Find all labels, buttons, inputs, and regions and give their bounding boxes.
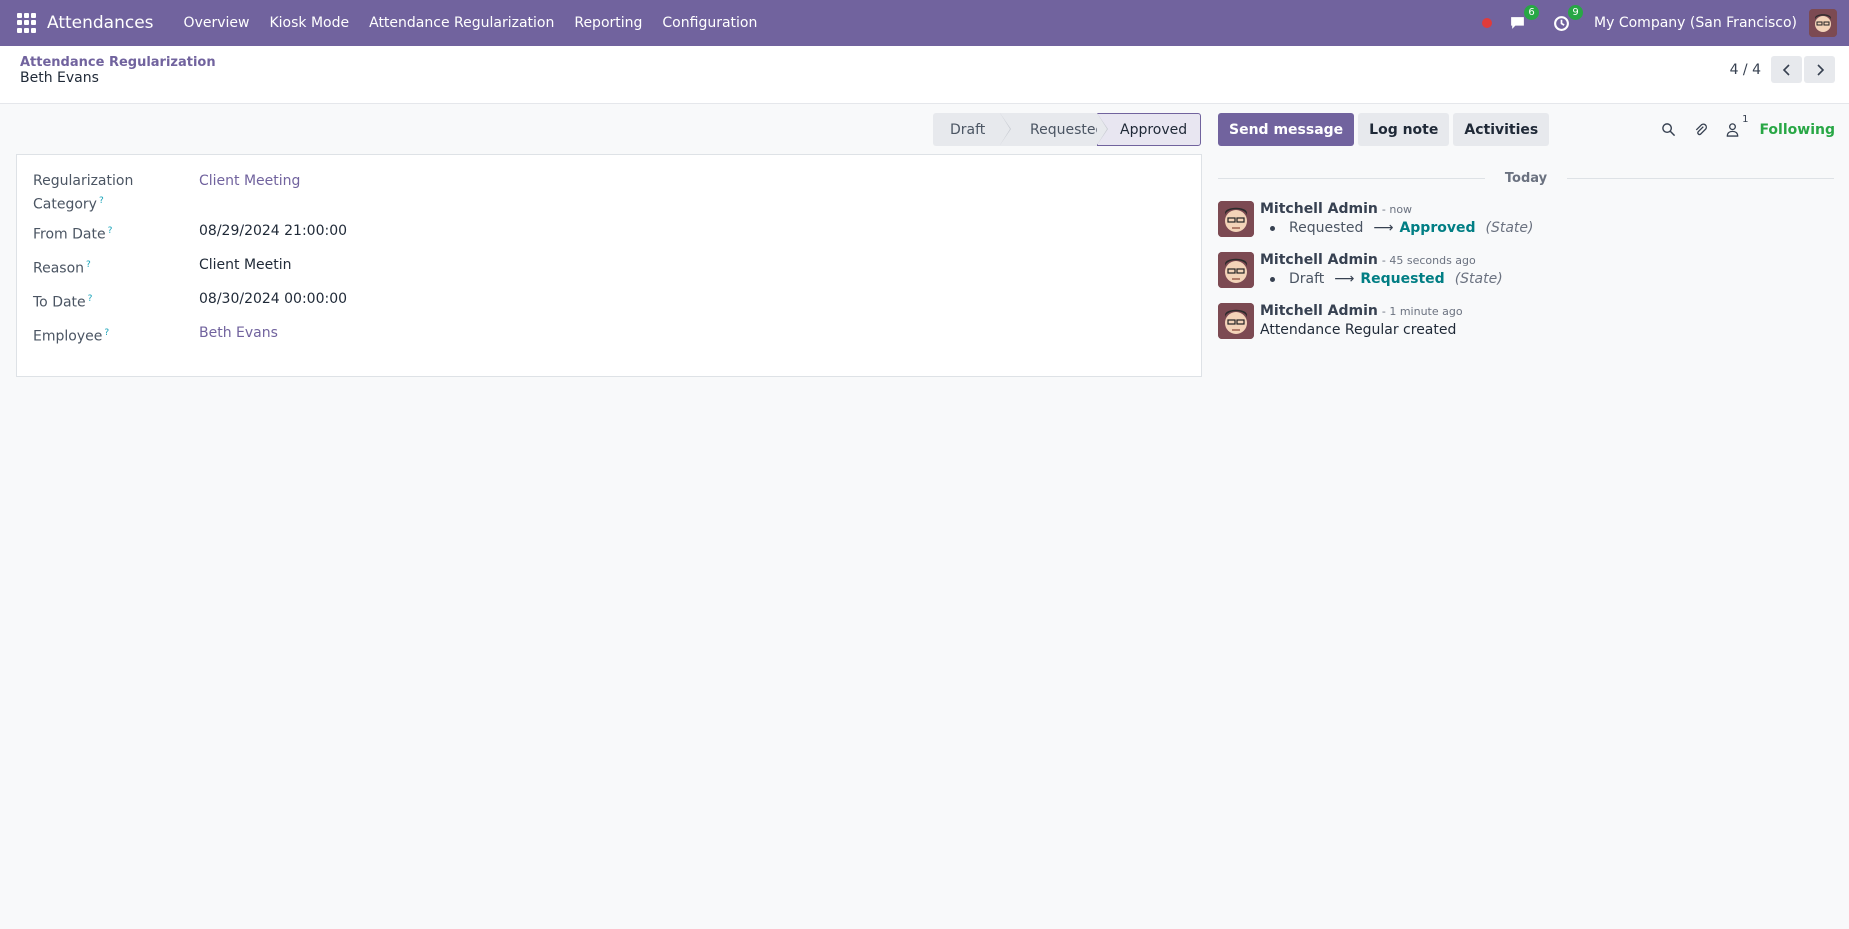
tracking-new-value: Approved: [1399, 220, 1476, 236]
field-employee: Employee? Beth Evans: [33, 323, 278, 347]
menu-overview[interactable]: Overview: [174, 15, 260, 31]
tracking-value: Requested ⟶ Approved (State): [1260, 220, 1533, 236]
message-body: Mitchell Admin - now Requested ⟶ Approve…: [1260, 201, 1533, 236]
stage-label: Approved: [1120, 121, 1188, 138]
field-regularization-category: Regularization Category? Client Meeting: [33, 171, 300, 215]
recording-indicator-icon[interactable]: [1482, 18, 1493, 28]
field-label: Regularization Category?: [33, 173, 134, 213]
chevron-right-icon: [1816, 63, 1824, 76]
status-bar: Draft Requested Approved: [933, 113, 1201, 146]
message-body: Mitchell Admin - 45 seconds ago Draft ⟶ …: [1260, 252, 1503, 287]
message-time: - 45 seconds ago: [1381, 254, 1476, 267]
send-message-button[interactable]: Send message: [1218, 113, 1355, 146]
menu-kiosk-mode[interactable]: Kiosk Mode: [259, 15, 359, 31]
tracking-field-name: (State): [1485, 220, 1534, 236]
message-author[interactable]: Mitchell Admin: [1260, 252, 1378, 268]
chatter-tools: 1 Following: [1659, 113, 1835, 146]
avatar[interactable]: [1218, 201, 1254, 237]
log-note-button[interactable]: Log note: [1358, 113, 1450, 146]
app-title[interactable]: Attendances: [47, 13, 154, 33]
arrow-right-icon: ⟶: [1373, 220, 1394, 236]
field-from-date: From Date? 08/29/2024 21:00:00: [33, 221, 347, 245]
field-reason: Reason? Client Meetin: [33, 255, 292, 279]
tracking-value: Draft ⟶ Requested (State): [1260, 271, 1503, 287]
follower-count: 1: [1742, 113, 1749, 125]
stage-approved[interactable]: Approved: [1097, 113, 1201, 146]
message-body: Mitchell Admin - 1 minute ago Attendance…: [1260, 303, 1463, 338]
arrow-right-icon: ⟶: [1334, 271, 1355, 287]
pager-value[interactable]: 4 / 4: [1730, 62, 1761, 78]
navbar-systray: 6 9 My Company (San Francisco): [1482, 0, 1849, 46]
messages-icon[interactable]: 6: [1506, 5, 1540, 34]
help-icon[interactable]: ?: [108, 226, 113, 236]
day-separator: Today: [1218, 170, 1835, 186]
field-label: Employee?: [33, 328, 110, 345]
user-avatar[interactable]: [1809, 9, 1837, 37]
company-switcher[interactable]: My Company (San Francisco): [1594, 15, 1797, 31]
messages-badge: 6: [1524, 5, 1540, 20]
control-panel: Attendance Regularization Beth Evans 4 /…: [0, 46, 1849, 104]
reason-value[interactable]: Client Meetin: [199, 255, 292, 279]
tracking-old-value: Requested: [1289, 220, 1364, 236]
help-icon[interactable]: ?: [99, 196, 104, 206]
from-date-value[interactable]: 08/29/2024 21:00:00: [199, 221, 347, 245]
pager: 4 / 4: [1730, 56, 1835, 83]
field-label: Reason?: [33, 260, 91, 277]
help-icon[interactable]: ?: [104, 328, 109, 338]
avatar[interactable]: [1218, 303, 1254, 339]
breadcrumb-parent-link[interactable]: Attendance Regularization: [20, 55, 216, 70]
tracking-new-value: Requested: [1360, 271, 1445, 287]
message-time: - now: [1381, 203, 1413, 216]
regularization-category-value[interactable]: Client Meeting: [199, 171, 300, 215]
menu-reporting[interactable]: Reporting: [564, 15, 652, 31]
stage-requested[interactable]: Requested: [1000, 113, 1108, 146]
field-label: To Date?: [33, 294, 93, 311]
employee-value[interactable]: Beth Evans: [199, 323, 278, 347]
chatter-topbar: Send message Log note Activities: [1218, 113, 1553, 146]
menu-attendance-regularization[interactable]: Attendance Regularization: [359, 15, 564, 31]
search-icon[interactable]: [1659, 121, 1677, 139]
followers-icon[interactable]: 1: [1723, 114, 1748, 139]
chevron-left-icon: [1782, 63, 1790, 76]
top-navbar: Attendances Overview Kiosk Mode Attendan…: [0, 0, 1849, 46]
field-to-date: To Date? 08/30/2024 00:00:00: [33, 289, 347, 313]
stage-label: Requested: [1030, 121, 1105, 138]
stage-label: Draft: [950, 121, 986, 138]
apps-menu-icon[interactable]: [17, 13, 37, 33]
message-author[interactable]: Mitchell Admin: [1260, 303, 1378, 319]
form-sheet: Regularization Category? Client Meeting …: [16, 154, 1202, 377]
breadcrumb-current: Beth Evans: [20, 70, 99, 86]
stage-draft[interactable]: Draft: [933, 113, 1011, 146]
following-button[interactable]: Following: [1759, 122, 1835, 138]
message-time: - 1 minute ago: [1381, 305, 1463, 318]
main-menu: Overview Kiosk Mode Attendance Regulariz…: [174, 15, 768, 31]
message-author[interactable]: Mitchell Admin: [1260, 201, 1378, 217]
pager-previous-button[interactable]: [1771, 56, 1802, 83]
help-icon[interactable]: ?: [86, 260, 91, 270]
day-separator-label: Today: [1504, 170, 1548, 186]
tracking-field-name: (State): [1454, 271, 1503, 287]
paperclip-icon[interactable]: [1691, 121, 1709, 139]
pager-next-button[interactable]: [1804, 56, 1835, 83]
help-icon[interactable]: ?: [88, 294, 93, 304]
tracking-old-value: Draft: [1289, 271, 1325, 287]
avatar[interactable]: [1218, 252, 1254, 288]
activities-clock-icon[interactable]: 9: [1550, 5, 1584, 34]
field-label: From Date?: [33, 226, 113, 243]
menu-configuration[interactable]: Configuration: [652, 15, 767, 31]
activities-button[interactable]: Activities: [1453, 113, 1550, 146]
message-text: Attendance Regular created: [1260, 322, 1457, 338]
activities-badge: 9: [1568, 5, 1584, 20]
to-date-value[interactable]: 08/30/2024 00:00:00: [199, 289, 347, 313]
